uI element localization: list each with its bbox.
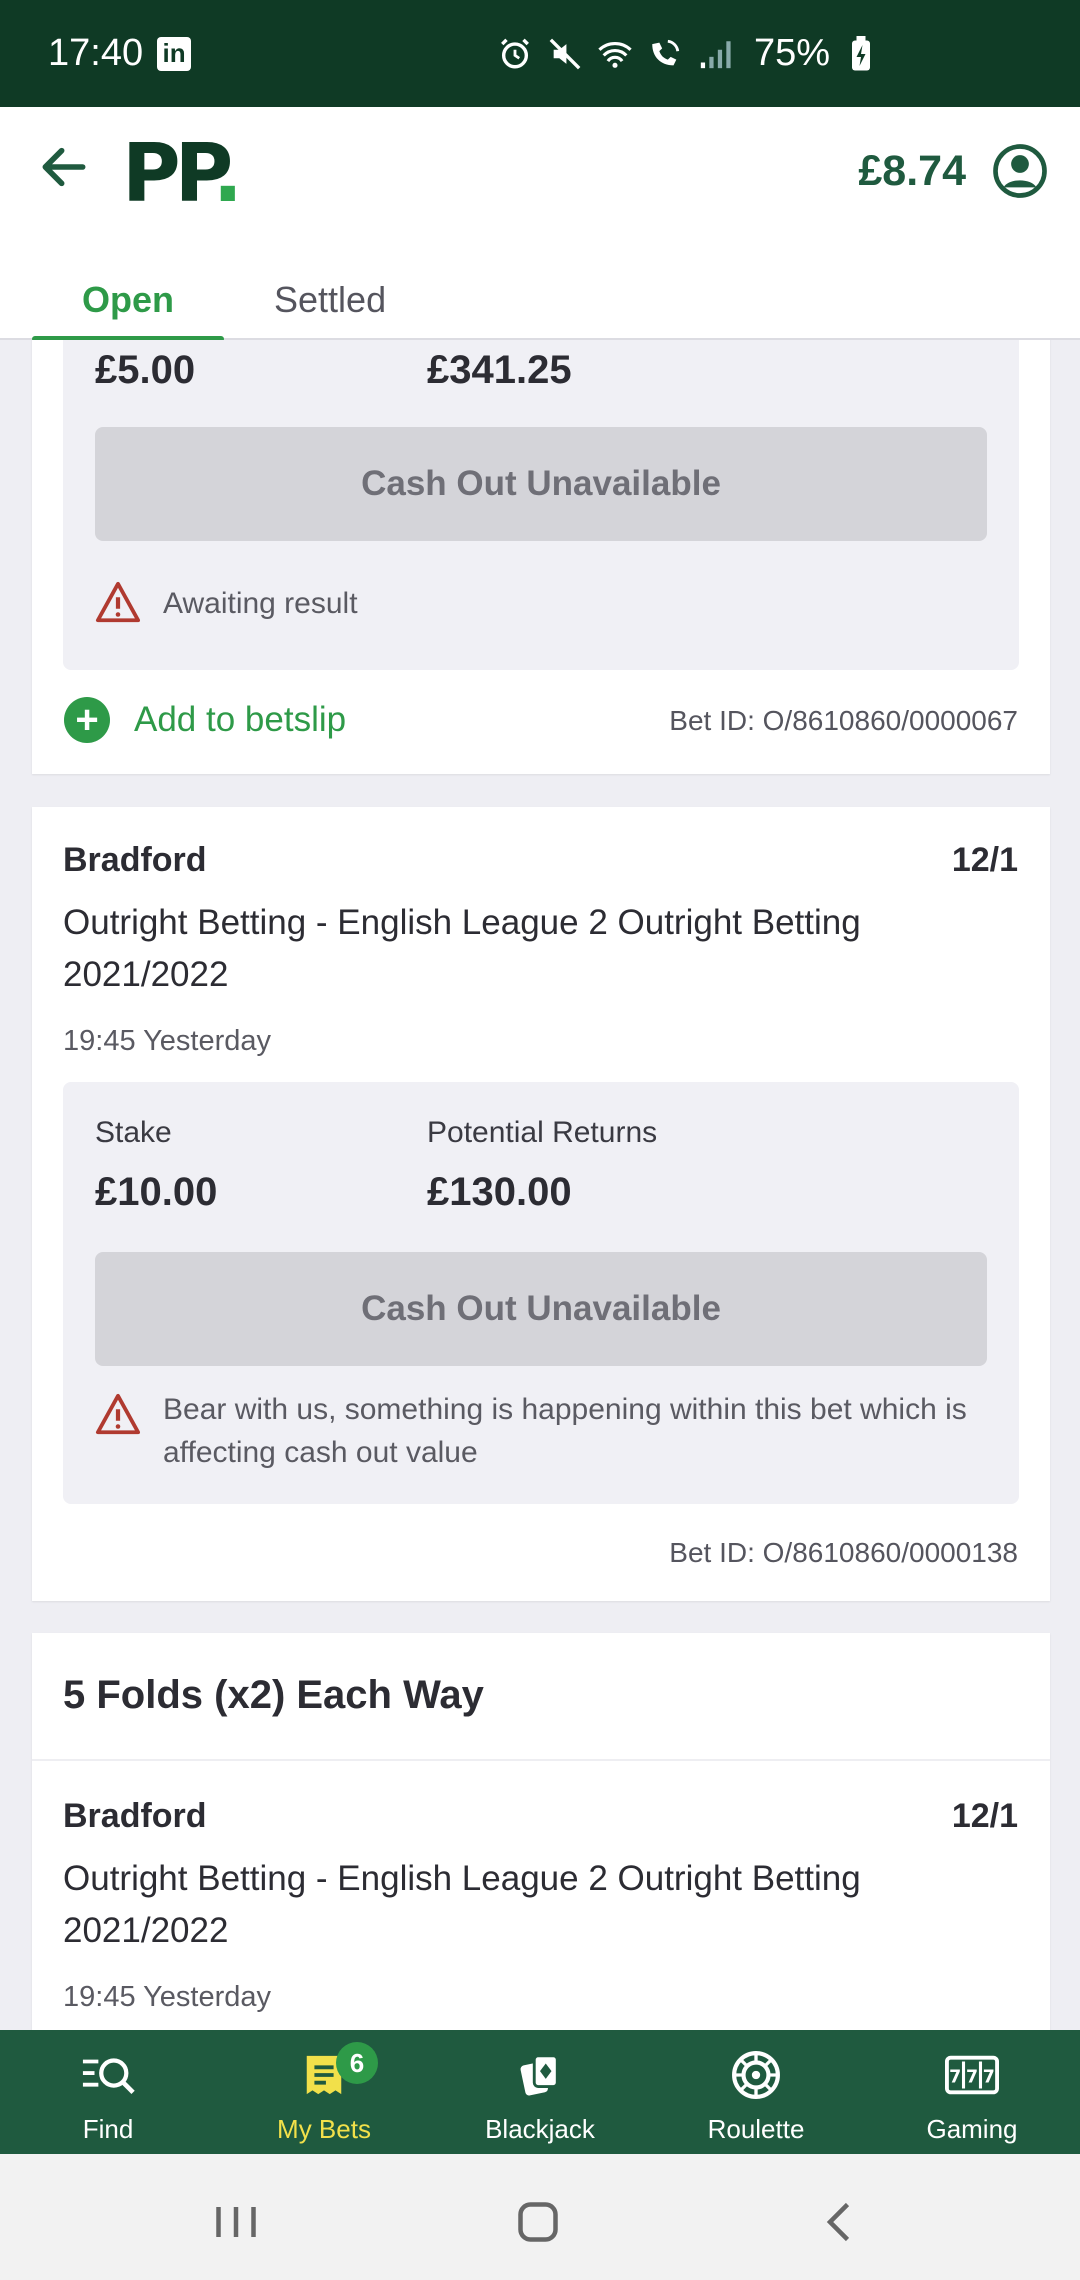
nav-find-label: Find <box>82 2114 134 2144</box>
status-icons: 75% <box>496 0 880 107</box>
bet-card: 5 Folds (x2) Each Way Bradford 12/1 Outr… <box>32 1633 1050 2030</box>
selection-name: Bradford <box>63 841 207 879</box>
warning-icon <box>95 1392 141 1438</box>
bet-type-title: 5 Folds (x2) Each Way <box>63 1673 484 1717</box>
market-name: Outright Betting - English League 2 Outr… <box>63 1859 861 1950</box>
cash-out-warning-text: Bear with us, something is happening wit… <box>163 1393 967 1469</box>
paddy-power-logo[interactable]: PP. <box>122 127 243 220</box>
nav-roulette-label: Roulette <box>707 2114 805 2144</box>
divider <box>32 1759 1050 1761</box>
blackjack-icon <box>513 2048 567 2102</box>
add-to-betslip-label: Add to betslip <box>134 700 347 739</box>
bet-odds: 12/1 <box>951 841 1018 879</box>
bets-tabs: Open Settled <box>32 259 436 342</box>
warning-icon <box>95 580 141 626</box>
plus-icon: + <box>64 697 110 743</box>
bet-id: Bet ID: O/8610860/0000138 <box>669 1537 1018 1568</box>
alarm-icon <box>496 35 534 73</box>
potential-returns-label: Potential Returns <box>427 1116 658 1149</box>
svg-text:7: 7 <box>983 2068 995 2088</box>
market-name: Outright Betting - English League 2 Outr… <box>63 903 861 994</box>
tab-settled[interactable]: Settled <box>224 259 436 340</box>
nav-blackjack[interactable]: Blackjack <box>432 2030 648 2154</box>
status-bar: 17:40 in 75% <box>0 0 1080 107</box>
svg-text:7: 7 <box>949 2068 961 2088</box>
svg-text:7: 7 <box>966 2068 978 2088</box>
home-icon[interactable] <box>508 2192 568 2252</box>
account-balance[interactable]: £8.74 <box>858 147 966 196</box>
nav-gaming[interactable]: 777 Gaming <box>864 2030 1080 2154</box>
recent-apps-icon[interactable] <box>206 2192 266 2252</box>
wifi-icon <box>596 35 634 73</box>
potential-returns-amount: £341.25 <box>427 348 572 392</box>
nav-my-bets-label: My Bets <box>277 2114 371 2144</box>
stake-label: Stake <box>95 1116 172 1149</box>
nav-gaming-label: Gaming <box>926 2114 1018 2144</box>
nav-roulette[interactable]: Roulette <box>648 2030 864 2154</box>
cash-out-button[interactable]: Cash Out Unavailable <box>95 1252 987 1366</box>
bet-card: Bradford 12/1 Outright Betting - English… <box>32 807 1050 1601</box>
app-header: PP. £8.74 Open Settled <box>0 107 1080 342</box>
nav-my-bets[interactable]: 6 My Bets <box>216 2030 432 2154</box>
linkedin-icon: in <box>157 36 192 71</box>
potential-returns-amount: £130.00 <box>427 1170 572 1214</box>
selection-name: Bradford <box>63 1797 207 1835</box>
bet-card: £5.00 £341.25 Cash Out Unavailable Await… <box>32 340 1050 774</box>
bet-details-panel: Stake Potential Returns £10.00 £130.00 C… <box>63 1082 1019 1504</box>
wifi-calling-icon <box>646 35 684 73</box>
cash-out-button[interactable]: Cash Out Unavailable <box>95 427 987 541</box>
signal-icon <box>696 35 734 73</box>
find-icon <box>81 2048 135 2102</box>
bets-list[interactable]: £5.00 £341.25 Cash Out Unavailable Await… <box>0 340 1080 2030</box>
back-arrow-icon[interactable] <box>36 139 92 195</box>
system-nav-bar <box>0 2154 1080 2280</box>
status-time: 17:40 <box>48 32 144 74</box>
battery-charging-icon <box>842 35 880 73</box>
event-time: 19:45 Yesterday <box>63 1981 272 2013</box>
mute-icon <box>546 35 584 73</box>
bet-details-panel: £5.00 £341.25 Cash Out Unavailable Await… <box>63 340 1019 670</box>
event-time: 19:45 Yesterday <box>63 1025 272 1057</box>
slots-icon: 777 <box>945 2048 999 2102</box>
my-bets-count-badge: 6 <box>336 2042 378 2084</box>
battery-percent: 75% <box>754 32 831 74</box>
bet-id: Bet ID: O/8610860/0000067 <box>669 705 1018 736</box>
roulette-icon <box>729 2048 783 2102</box>
stake-amount: £10.00 <box>95 1170 218 1214</box>
account-icon[interactable] <box>992 143 1048 199</box>
add-to-betslip-button[interactable]: + Add to betslip <box>64 697 346 743</box>
stake-amount: £5.00 <box>95 348 196 392</box>
bottom-nav: Find 6 My Bets Blackjack Roulette 777 Ga… <box>0 2030 1080 2154</box>
nav-find[interactable]: Find <box>0 2030 216 2154</box>
nav-blackjack-label: Blackjack <box>485 2114 595 2144</box>
bet-status-text: Awaiting result <box>163 587 358 620</box>
system-back-icon[interactable] <box>810 2192 870 2252</box>
tab-open[interactable]: Open <box>32 259 225 342</box>
bet-odds: 12/1 <box>951 1797 1018 1835</box>
